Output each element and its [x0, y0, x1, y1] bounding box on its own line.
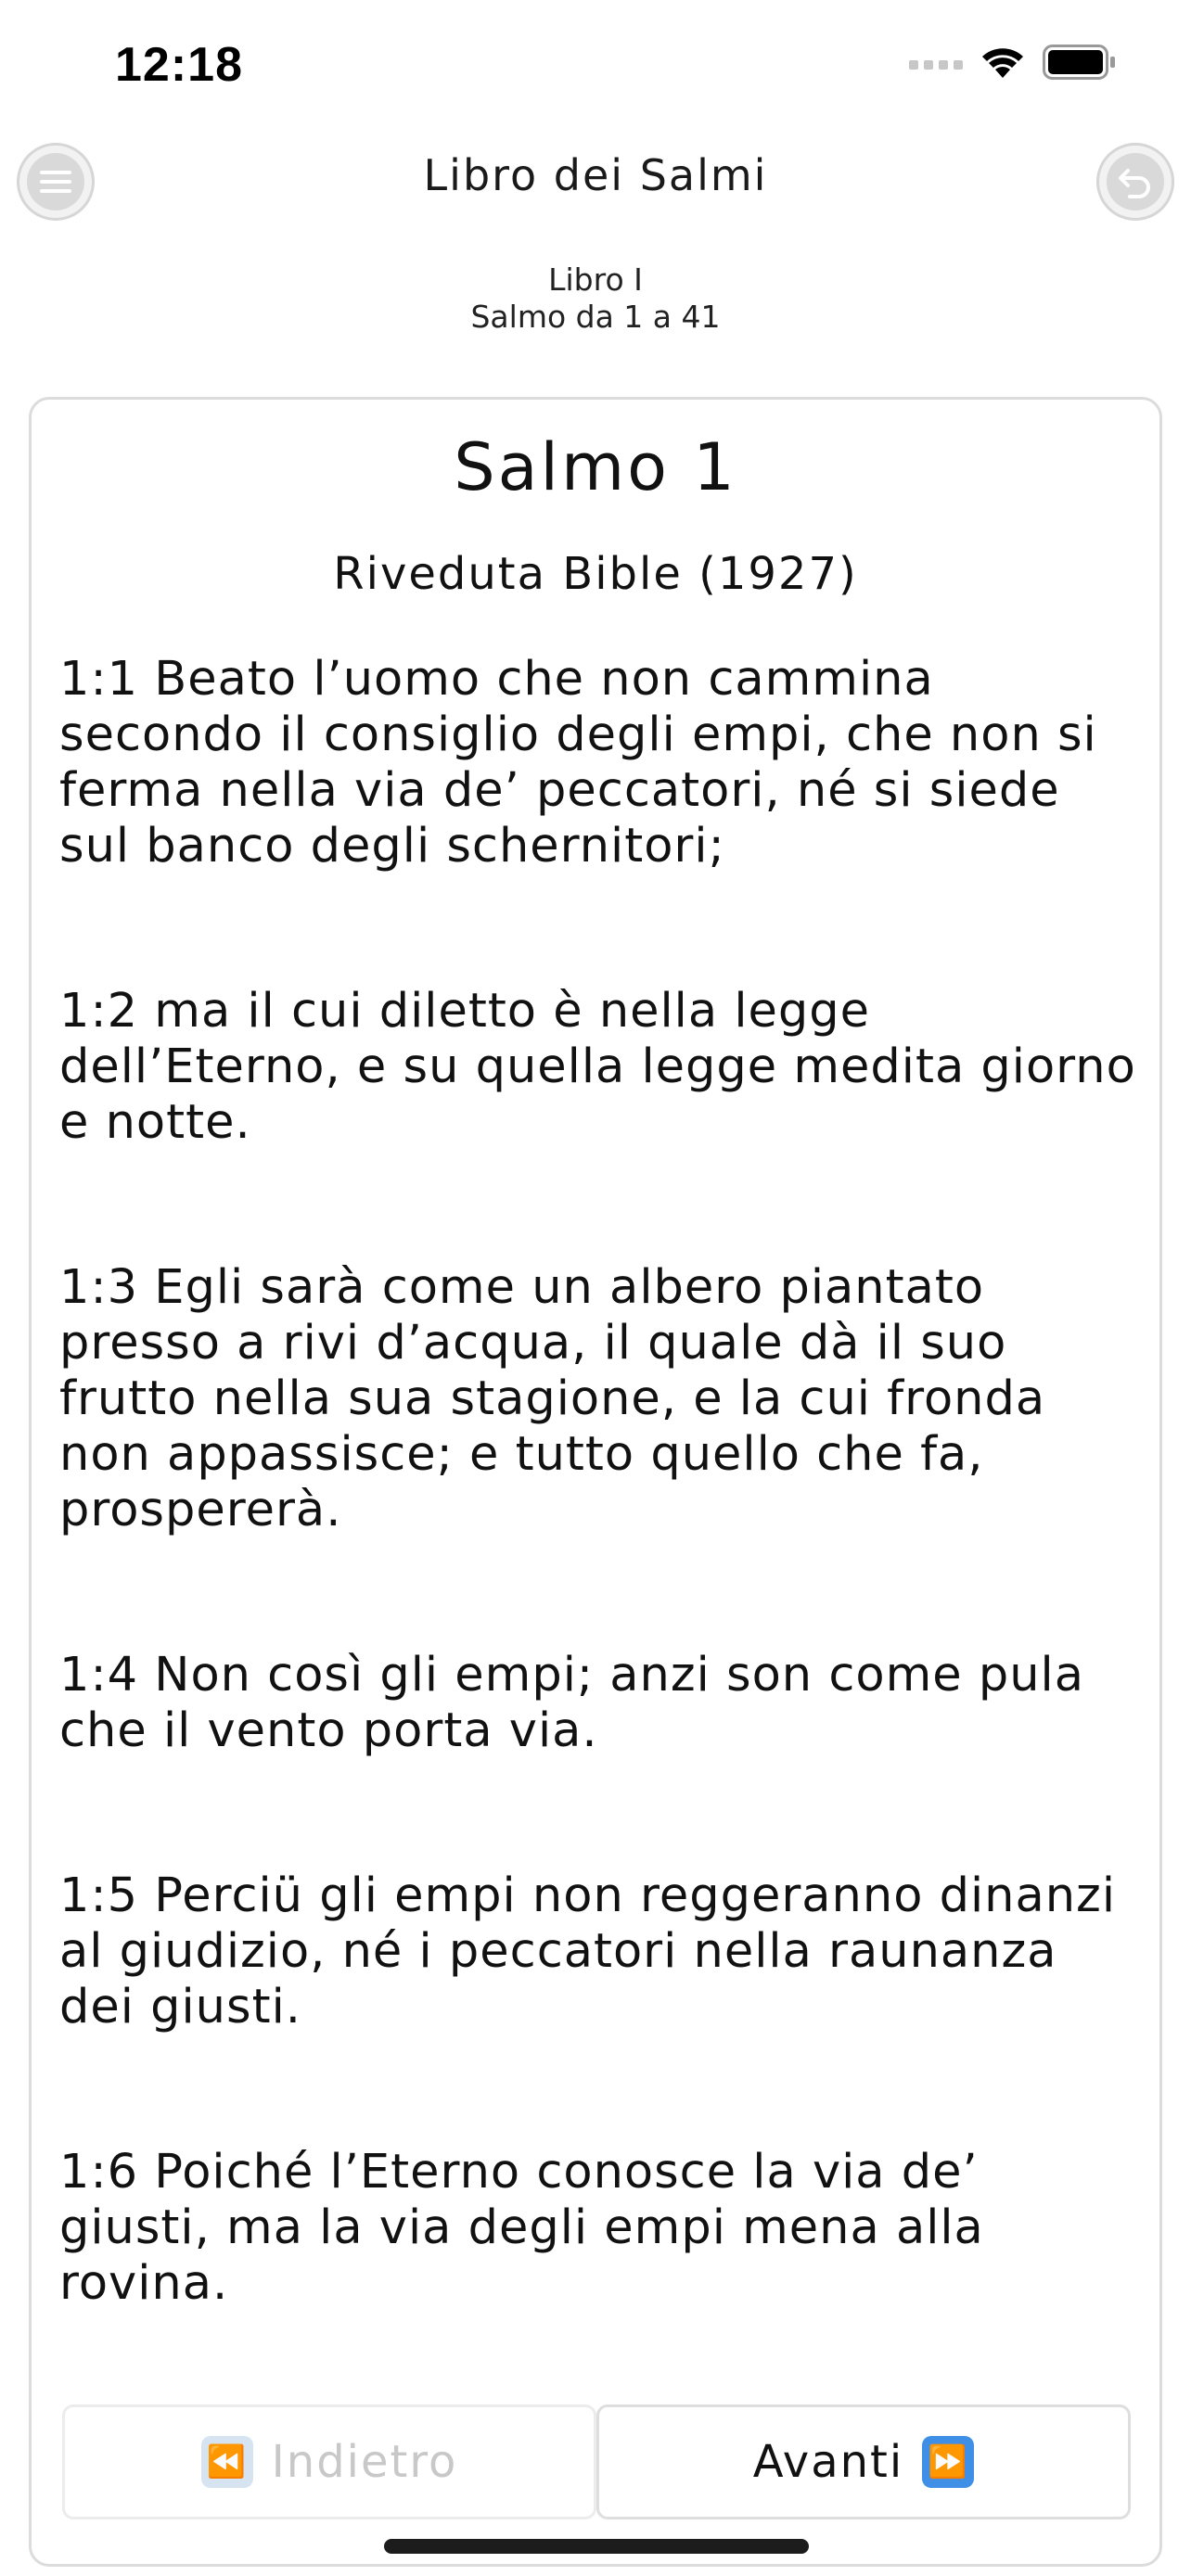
status-time: 12:18	[115, 38, 243, 92]
verse-4: 1:4 Non così gli empi; anzi son come pul…	[59, 1648, 1084, 1758]
back-button[interactable]	[1096, 143, 1174, 221]
cellular-signal-icon	[909, 60, 963, 70]
home-indicator[interactable]	[384, 2539, 809, 2554]
psalm-title: Salmo 1	[454, 429, 737, 505]
navigation-row: ⏪ Indietro Avanti ⏩	[62, 2404, 1131, 2519]
page-title: Libro dei Salmi	[423, 150, 768, 200]
wifi-icon	[982, 48, 1023, 78]
undo-arrow-icon	[1107, 153, 1164, 210]
previous-label: Indietro	[271, 2436, 458, 2488]
verse-6: 1:6 Poiché l’Eterno conosce la via de’ g…	[59, 2145, 984, 2311]
verse-1: 1:1 Beato l’uomo che non cammina secondo…	[59, 652, 1097, 874]
previous-button[interactable]: ⏪ Indietro	[62, 2404, 596, 2519]
book-subtitle: Libro I Salmo da 1 a 41	[0, 261, 1191, 336]
status-icons	[909, 45, 1117, 80]
status-bar: 12:18	[0, 0, 1191, 130]
psalm-range: Salmo da 1 a 41	[470, 299, 721, 335]
verse-5: 1:5 Perciü gli empi non reggeranno dinan…	[59, 1868, 1116, 2034]
rewind-icon: ⏪	[200, 2436, 253, 2488]
book-name: Libro I	[548, 261, 643, 298]
fast-forward-icon: ⏩	[922, 2436, 975, 2488]
verse-3: 1:3 Egli sarà come un albero piantato pr…	[59, 1260, 1046, 1537]
next-label: Avanti	[752, 2436, 904, 2488]
verse-list: 1:1 Beato l’uomo che non cammina secondo…	[59, 652, 1145, 2421]
bible-version: Riveduta Bible (1927)	[333, 548, 858, 600]
verse-2: 1:2 ma il cui diletto è nella legge dell…	[59, 984, 1136, 1150]
battery-icon	[1043, 45, 1115, 80]
next-button[interactable]: Avanti ⏩	[596, 2404, 1131, 2519]
psalm-card: Salmo 1 Riveduta Bible (1927) 1:1 Beato …	[29, 397, 1162, 2567]
